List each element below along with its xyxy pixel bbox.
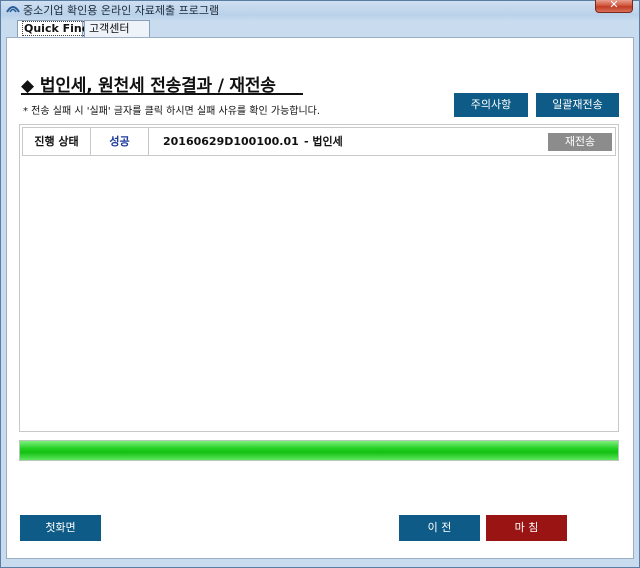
app-window: 중소기업 확인용 온라인 자료제출 프로그램 ✕ Quick Find 고객센터… — [0, 0, 640, 568]
tab-label: 고객센터 — [89, 22, 130, 35]
home-button[interactable]: 첫화면 — [20, 515, 101, 541]
notice-button[interactable]: 주의사항 — [454, 93, 528, 117]
close-button[interactable]: ✕ — [595, 0, 633, 13]
status-value[interactable]: 성공 — [91, 128, 149, 155]
title-underline — [21, 93, 303, 95]
resend-button[interactable]: 재전송 — [548, 133, 612, 151]
status-label: 진행 상태 — [23, 128, 91, 155]
progress-fill — [20, 441, 618, 460]
previous-button[interactable]: 이 전 — [399, 515, 480, 541]
app-icon — [6, 6, 20, 13]
resend-all-button[interactable]: 일괄재전송 — [536, 93, 619, 117]
title-bar: 중소기업 확인용 온라인 자료제출 프로그램 ✕ — [1, 0, 639, 17]
submission-id: 20160629D100100.01 — [163, 135, 299, 148]
tab-customer-center[interactable]: 고객센터 — [84, 20, 150, 38]
close-icon: ✕ — [609, 0, 619, 11]
result-row: 진행 상태 성공 20160629D100100.01 - 법인세 재전송 — [22, 127, 616, 156]
main-content: ◆ 법인세, 원천세 전송결과 / 재전송 * 전송 실패 시 '실패' 글자를 … — [6, 37, 634, 559]
tax-type: - 법인세 — [304, 135, 343, 148]
progress-bar — [19, 440, 619, 461]
finish-button[interactable]: 마 침 — [486, 515, 567, 541]
window-title: 중소기업 확인용 온라인 자료제출 프로그램 — [23, 4, 220, 17]
result-list: 진행 상태 성공 20160629D100100.01 - 법인세 재전송 — [19, 124, 619, 432]
tab-label: Quick Find — [22, 21, 92, 36]
notice-text: * 전송 실패 시 '실패' 글자를 클릭 하시면 실패 사유를 확인 가능합니… — [23, 106, 321, 117]
